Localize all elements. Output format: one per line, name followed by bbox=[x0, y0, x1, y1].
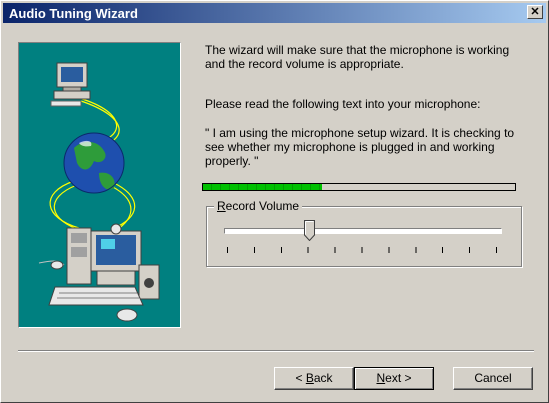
back-button[interactable]: < Back bbox=[274, 367, 354, 390]
title-bar[interactable]: Audio Tuning Wizard ✕ bbox=[3, 3, 546, 23]
instruction-text: Please read the following text into your… bbox=[205, 97, 481, 111]
audio-level-meter bbox=[202, 183, 516, 191]
window-title: Audio Tuning Wizard bbox=[9, 6, 138, 21]
network-computers-illustration bbox=[38, 62, 160, 322]
intro-text: The wizard will make sure that the micro… bbox=[205, 43, 510, 71]
cancel-button[interactable]: Cancel bbox=[453, 367, 533, 390]
record-volume-track[interactable] bbox=[224, 228, 502, 234]
close-button[interactable]: ✕ bbox=[527, 5, 543, 19]
record-volume-ticks bbox=[227, 247, 497, 253]
audio-level-fill bbox=[203, 184, 322, 190]
wizard-window: Audio Tuning Wizard ✕ The wizard will ma… bbox=[0, 0, 549, 403]
multimedia-computer-icon bbox=[66, 223, 142, 286]
next-button[interactable]: Next > bbox=[354, 367, 434, 390]
wizard-illustration bbox=[18, 42, 181, 328]
close-icon: ✕ bbox=[530, 6, 540, 18]
sample-sentence: " I am using the microphone setup wizard… bbox=[205, 126, 515, 168]
button-separator bbox=[18, 350, 534, 352]
record-volume-group: Record Volume bbox=[206, 199, 522, 267]
record-volume-label: Record Volume bbox=[214, 199, 303, 213]
speaker-icon bbox=[138, 264, 160, 300]
globe-icon bbox=[63, 132, 125, 194]
keyboard-icon bbox=[48, 286, 144, 306]
record-volume-slider-thumb[interactable] bbox=[303, 220, 315, 241]
